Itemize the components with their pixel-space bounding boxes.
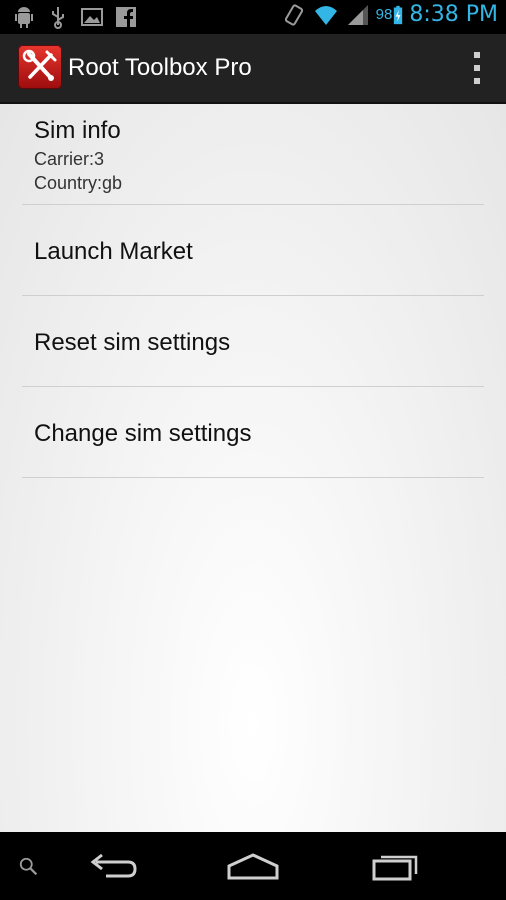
home-icon[interactable]	[225, 852, 281, 882]
tools-icon	[22, 49, 57, 81]
usb-icon	[52, 7, 64, 29]
country-text: Country:gb	[34, 173, 123, 193]
launch-market-label: Launch Market	[34, 238, 193, 265]
facebook-icon	[116, 7, 136, 27]
app-icon[interactable]	[18, 45, 62, 89]
battery-percent: 98	[375, 6, 393, 23]
list-item-reset-sim[interactable]: Reset sim settings	[22, 296, 484, 387]
back-icon[interactable]	[88, 852, 138, 882]
overflow-dot	[474, 78, 480, 84]
sim-info-title: Sim info	[34, 117, 121, 144]
content-area: Sim info Carrier:3 Country:gb Launch Mar…	[0, 104, 506, 832]
action-bar: Root Toolbox Pro	[0, 34, 506, 104]
carrier-text: Carrier:3	[34, 149, 105, 169]
list-item-sim-info[interactable]: Sim info Carrier:3 Country:gb	[22, 104, 484, 205]
android-debug-icon	[15, 7, 33, 28]
signal-icon	[347, 4, 368, 25]
overflow-dot	[474, 65, 480, 71]
overflow-menu-button[interactable]	[470, 52, 484, 84]
recent-apps-icon[interactable]	[370, 852, 420, 882]
list-item-launch-market[interactable]: Launch Market	[22, 205, 484, 296]
image-icon	[81, 8, 103, 26]
reset-sim-label: Reset sim settings	[34, 329, 231, 356]
status-bar: 98 8:38 PM	[0, 0, 506, 34]
list-item-change-sim[interactable]: Change sim settings	[22, 387, 484, 478]
overflow-dot	[474, 52, 480, 58]
wifi-icon	[314, 5, 337, 25]
battery-charging-icon	[394, 5, 403, 24]
status-time: 8:38 PM	[409, 2, 498, 27]
app-title: Root Toolbox Pro	[68, 54, 252, 81]
navigation-bar	[0, 832, 506, 900]
change-sim-label: Change sim settings	[34, 420, 252, 447]
search-icon[interactable]	[18, 856, 40, 878]
vibrate-icon	[284, 3, 303, 26]
